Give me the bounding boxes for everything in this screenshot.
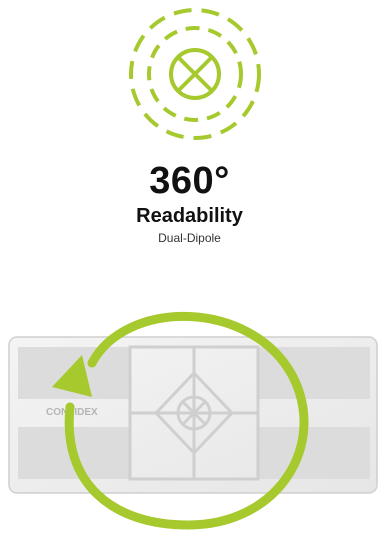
readability-heading: Readability (136, 205, 243, 227)
rfid-tag-illustration: CONFIDEX (8, 311, 378, 530)
dual-dipole-subtitle: Dual-Dipole (158, 231, 221, 245)
pad-bottom-right (258, 427, 370, 479)
degrees-heading: 360° (149, 160, 230, 202)
rotation-cross-icon (129, 8, 261, 140)
